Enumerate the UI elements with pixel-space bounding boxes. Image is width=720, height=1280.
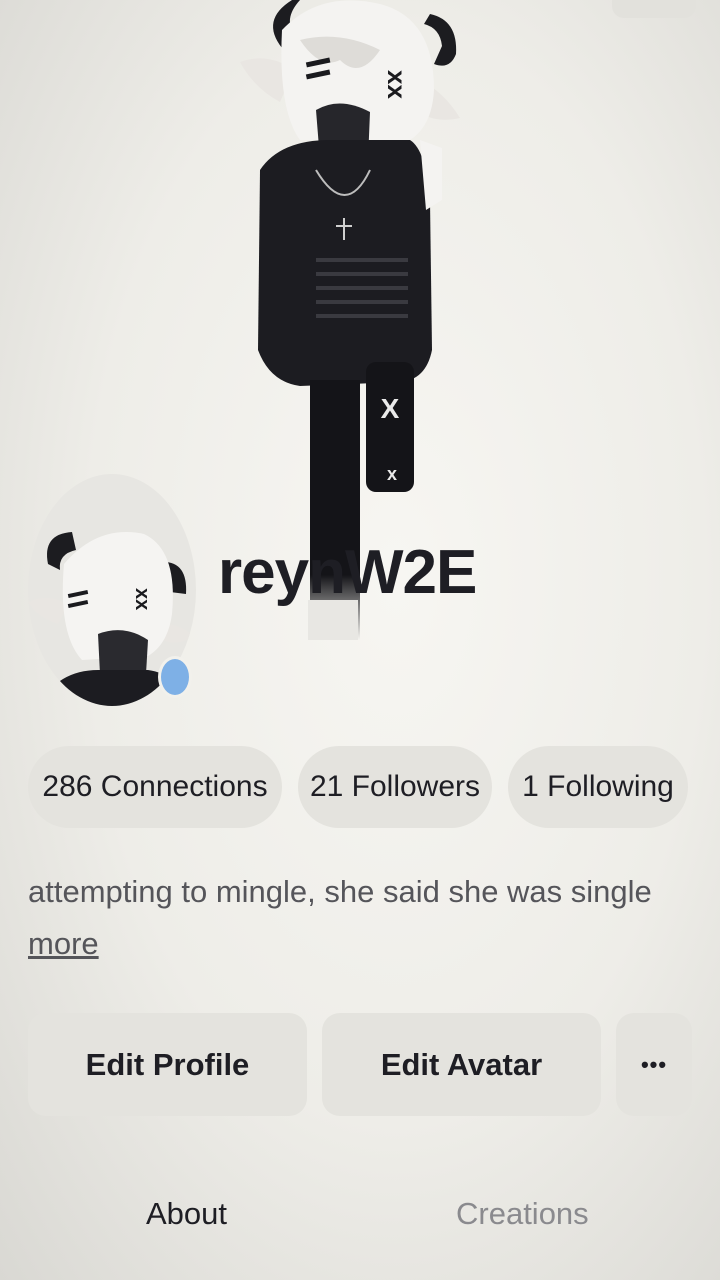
- edit-avatar-button[interactable]: Edit Avatar: [322, 1013, 601, 1116]
- followers-button[interactable]: 21 Followers: [298, 746, 492, 828]
- svg-text:xx: xx: [131, 588, 153, 610]
- svg-text:x: x: [387, 464, 397, 484]
- avatar-headshot[interactable]: xx: [28, 474, 196, 706]
- svg-text:xx: xx: [382, 70, 412, 99]
- online-status-indicator: [158, 656, 192, 698]
- following-button[interactable]: 1 Following: [508, 746, 688, 828]
- tab-creations[interactable]: Creations: [456, 1196, 589, 1232]
- top-menu-button[interactable]: [612, 0, 696, 18]
- profile-stats: 286 Connections 21 Followers 1 Following: [0, 746, 720, 828]
- profile-bio: attempting to mingle, she said she was s…: [28, 874, 652, 909]
- bio-more-link[interactable]: more: [28, 926, 99, 962]
- tab-about[interactable]: About: [146, 1196, 227, 1232]
- edit-profile-button[interactable]: Edit Profile: [28, 1013, 307, 1116]
- profile-username: reynW2E: [218, 538, 477, 607]
- more-options-button[interactable]: •••: [616, 1013, 692, 1116]
- svg-text:X: X: [381, 393, 400, 424]
- connections-button[interactable]: 286 Connections: [28, 746, 282, 828]
